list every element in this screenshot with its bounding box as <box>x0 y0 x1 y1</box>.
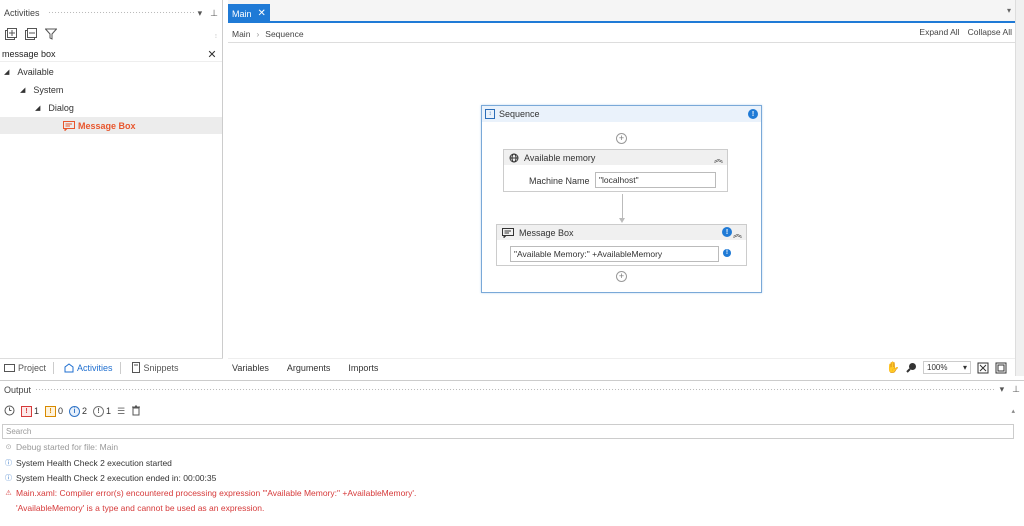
vertical-scrollbar[interactable] <box>1015 0 1024 376</box>
field-error-icon[interactable]: ! <box>723 249 731 257</box>
machine-name-label: Machine Name <box>529 176 590 186</box>
zoom-select[interactable]: 100% ▾ <box>923 361 971 374</box>
overview-icon[interactable] <box>995 362 1007 374</box>
sequence-header: ↕ Sequence <box>482 106 761 122</box>
machine-name-field[interactable]: "localhost" <box>595 172 716 188</box>
message-box-text-field[interactable]: "Available Memory:" +AvailableMemory <box>510 246 719 262</box>
activities-header: Activities ▾ ⊥ <box>0 0 222 26</box>
validation-info-icon[interactable]: ! <box>722 227 732 237</box>
tree-item-dialog[interactable]: ◢ Dialog <box>35 99 74 117</box>
tab-activities[interactable]: Activities <box>64 361 121 374</box>
message-box-icon <box>502 227 514 238</box>
message-box-icon <box>63 121 75 131</box>
output-title: Output <box>4 384 32 395</box>
error-icon: ! <box>21 405 32 417</box>
panel-dropdown-icon[interactable]: ▾ <box>198 8 203 19</box>
log-line: 'AvailableMemory' is a type and cannot b… <box>16 503 265 513</box>
zoom-icon[interactable] <box>906 362 917 373</box>
breadcrumb: Main › Sequence <box>228 25 1015 43</box>
collapse-icon[interactable]: ︽ <box>733 227 742 240</box>
pin-icon[interactable]: ⊥ <box>210 8 218 19</box>
snippets-icon <box>131 362 140 373</box>
scroll-grip-icon: ▴ <box>1011 408 1015 415</box>
fit-to-screen-icon[interactable] <box>977 362 989 374</box>
workflow-canvas[interactable]: ↕ Sequence ! + Available memory ︽ Machin… <box>228 44 1015 358</box>
message-box-activity[interactable]: Message Box ! ︽ "Available Memory:" +Ava… <box>496 224 747 266</box>
output-header: Output ▾ ⊥ <box>0 381 1024 398</box>
expand-all-icon[interactable] <box>4 27 18 41</box>
tree-item-message-box[interactable]: Message Box <box>63 117 136 135</box>
add-activity-icon[interactable]: + <box>616 133 627 144</box>
expand-all-link[interactable]: Expand All <box>919 27 959 37</box>
add-activity-icon[interactable]: + <box>616 271 627 282</box>
breadcrumb-sequence[interactable]: Sequence <box>265 29 303 39</box>
activities-toolbar <box>4 27 58 41</box>
trace-filter[interactable]: ! 1 <box>93 405 111 417</box>
chevron-down-icon: ▾ <box>962 363 967 372</box>
arguments-tab[interactable]: Arguments <box>287 363 331 373</box>
globe-icon <box>509 153 519 162</box>
errors-filter[interactable]: ! 1 <box>21 405 39 417</box>
info-icon: ⓘ <box>5 460 12 467</box>
collapse-caret-icon[interactable]: ◢ <box>20 86 25 94</box>
activities-search-input[interactable] <box>0 49 202 59</box>
tab-snippets[interactable]: Snippets <box>131 362 179 373</box>
activities-panel: Activities ▾ ⊥ ⁝ ✕ ◢ Available ◢ System … <box>0 0 223 358</box>
tabs-dropdown-icon[interactable]: ▾ <box>1007 6 1011 15</box>
activities-title: Activities <box>4 8 40 18</box>
sequence-activity[interactable]: ↕ Sequence ! + Available memory ︽ Machin… <box>481 105 762 293</box>
collapse-all-icon[interactable] <box>24 27 38 41</box>
message-box-title: Message Box <box>519 227 574 238</box>
output-panel: Output ▾ ⊥ ! 1 ! 0 i2 ! 1 ☰ ▴ Search ⊙ Debug… <box>0 380 1024 526</box>
pan-hand-icon[interactable]: ✋ <box>886 361 900 374</box>
warning-icon: ! <box>45 405 57 417</box>
trace-icon: ! <box>93 405 105 417</box>
folder-icon <box>4 364 15 372</box>
debug-icon: ⊙ <box>5 444 12 451</box>
panel-dropdown-icon[interactable]: ▾ <box>1000 384 1005 395</box>
output-search-input[interactable]: Search <box>2 424 1014 439</box>
pin-icon[interactable]: ⊥ <box>1012 384 1020 395</box>
collapse-caret-icon[interactable]: ◢ <box>4 68 9 76</box>
scroll-grip-icon: ⁝ <box>215 34 217 40</box>
available-memory-title: Available memory <box>524 152 596 163</box>
sequence-title: Sequence <box>499 109 540 119</box>
collapse-icon[interactable]: ︽ <box>714 152 723 165</box>
imports-tab[interactable]: Imports <box>348 363 378 373</box>
list-icon[interactable]: ☰ <box>117 406 125 417</box>
breadcrumb-main[interactable]: Main <box>232 29 250 39</box>
tab-project[interactable]: Project <box>4 361 55 374</box>
tree-item-system[interactable]: ◢ System <box>20 81 63 99</box>
activities-search: ✕ <box>0 47 222 62</box>
clear-trash-icon[interactable] <box>131 405 141 418</box>
tree-item-available[interactable]: ◢ Available <box>4 63 54 81</box>
sequence-icon: ↕ <box>485 109 495 119</box>
document-tabbar: Main ✕ ▾ <box>228 0 1015 23</box>
available-memory-activity[interactable]: Available memory ︽ Machine Name "localho… <box>503 149 728 192</box>
flow-arrow-icon <box>619 218 625 223</box>
info-icon: ⓘ <box>5 475 12 482</box>
log-line: ⓘ System Health Check 2 execution ended i… <box>5 473 217 483</box>
collapse-all-link[interactable]: Collapse All <box>968 27 1012 37</box>
log-line: ⚠ Main.xaml: Compiler error(s) encountere… <box>5 488 417 498</box>
output-toolbar: ! 1 ! 0 i2 ! 1 ☰ <box>0 402 141 420</box>
designer-panel: Main ✕ ▾ Main › Sequence Expand All Coll… <box>228 0 1015 376</box>
info-icon: i <box>69 405 81 417</box>
log-line: ⓘ System Health Check 2 execution started <box>5 458 172 468</box>
variables-tab[interactable]: Variables <box>232 363 269 373</box>
designer-bottom-bar: Variables Arguments Imports ✋ 100% ▾ <box>228 358 1015 376</box>
collapse-caret-icon[interactable]: ◢ <box>35 104 40 112</box>
activities-icon <box>64 362 74 372</box>
log-line: ⊙ Debug started for file: Main <box>5 442 119 452</box>
info-filter[interactable]: i2 <box>69 405 87 417</box>
error-icon: ⚠ <box>5 490 12 497</box>
warnings-filter[interactable]: ! 0 <box>45 405 63 417</box>
clock-icon[interactable] <box>4 405 15 418</box>
close-tab-icon[interactable]: ✕ <box>258 8 266 19</box>
clear-search-icon[interactable]: ✕ <box>202 48 222 61</box>
filter-icon[interactable] <box>44 27 58 41</box>
validation-info-icon[interactable]: ! <box>748 109 758 119</box>
left-panel-tabs: Project Activities Snippets <box>0 358 223 376</box>
tab-main[interactable]: Main ✕ <box>228 4 270 23</box>
